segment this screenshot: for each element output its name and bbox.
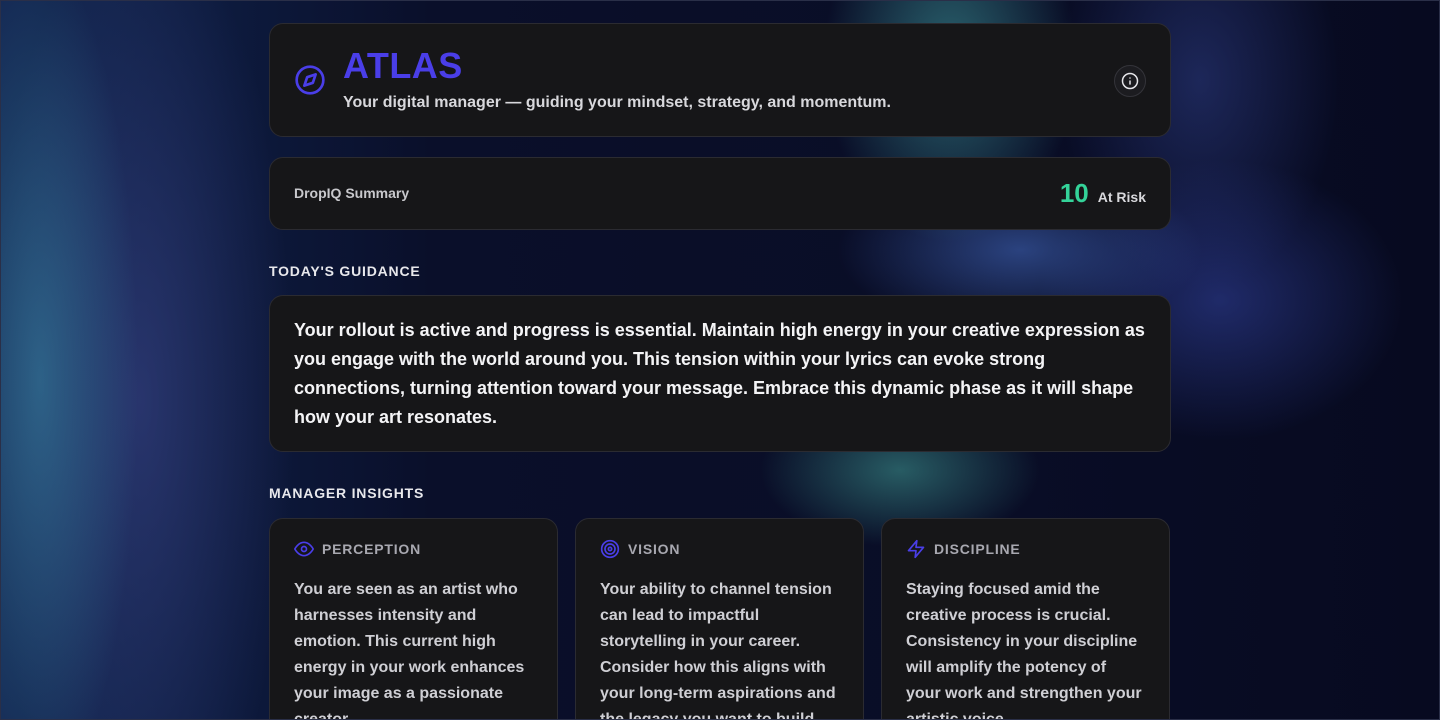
app-subtitle: Your digital manager — guiding your mind…	[343, 94, 891, 111]
guidance-card: Your rollout is active and progress is e…	[269, 295, 1171, 452]
insight-title: PERCEPTION	[322, 541, 422, 557]
insight-title: VISION	[628, 541, 681, 557]
insight-text: Your ability to channel tension can lead…	[600, 581, 836, 720]
summary-value: 10	[1059, 178, 1089, 208]
insight-card-vision: VISION Your ability to channel tension c…	[575, 518, 864, 720]
insight-card-perception: PERCEPTION You are seen as an artist who…	[269, 518, 558, 720]
compass-icon	[295, 65, 325, 95]
insight-header: PERCEPTION	[294, 541, 533, 557]
app-title: ATLAS	[343, 45, 463, 86]
insights-section-label: MANAGER INSIGHTS	[269, 485, 425, 501]
lightning-icon	[907, 539, 925, 559]
insights-grid: PERCEPTION You are seen as an artist who…	[269, 518, 1171, 720]
insight-header: VISION	[600, 539, 839, 559]
summary-status: At Risk	[1097, 189, 1146, 205]
summary-label: DropIQ Summary	[294, 185, 410, 201]
dropiq-summary-card[interactable]: DropIQ Summary 10 At Risk	[269, 157, 1171, 230]
info-button[interactable]	[1114, 65, 1146, 97]
insight-text: Staying focused amid the creative proces…	[906, 581, 1142, 720]
insight-card-discipline: DISCIPLINE Staying focused amid the crea…	[881, 518, 1170, 720]
insight-text: You are seen as an artist who harnesses …	[294, 581, 525, 720]
header-card: ATLAS Your digital manager — guiding you…	[269, 23, 1171, 137]
eye-icon	[294, 541, 314, 557]
target-icon	[600, 539, 620, 559]
insight-header: DISCIPLINE	[906, 539, 1145, 559]
insight-title: DISCIPLINE	[934, 541, 1021, 557]
guidance-section-label: TODAY'S GUIDANCE	[269, 263, 421, 279]
info-icon	[1121, 72, 1139, 90]
summary-score: 10 At Risk	[1060, 178, 1146, 209]
guidance-text: Your rollout is active and progress is e…	[294, 320, 1145, 427]
main-content: ATLAS Your digital manager — guiding you…	[269, 23, 1171, 720]
